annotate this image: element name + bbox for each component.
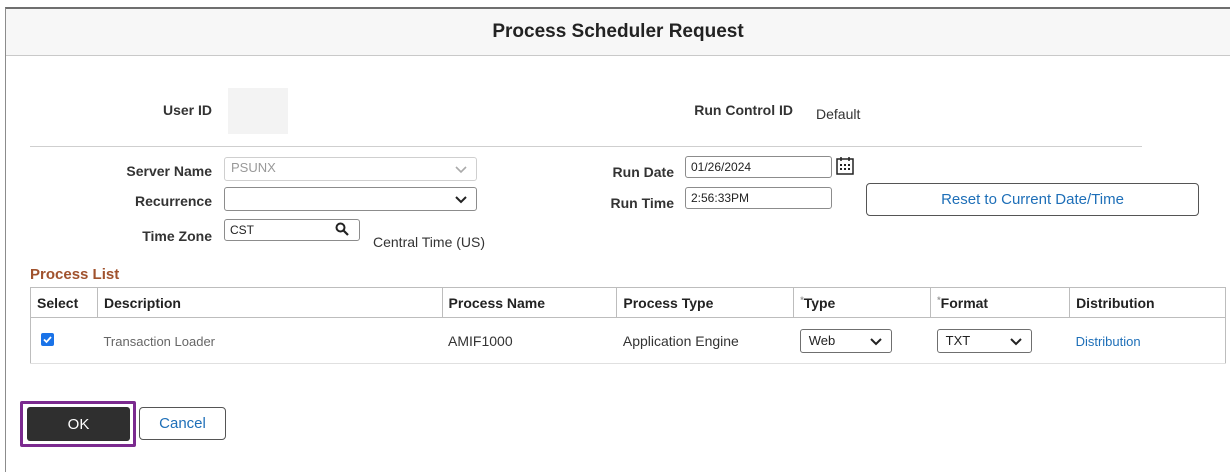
select-cell [30,317,98,364]
search-icon[interactable] [332,220,352,238]
process-type-cell: Application Engine [616,317,794,364]
column-header-description: Description [96,287,443,318]
chevron-down-icon [869,337,882,345]
run-control-id-value: Default [816,106,861,122]
server-name-select: PSUNX [224,157,477,181]
run-date-value: 01/26/2024 [691,160,752,174]
run-date-label: Run Date [612,164,674,180]
recurrence-select[interactable] [224,187,477,211]
process-name-cell: AMIF1000 [442,317,617,364]
divider [30,146,1142,147]
page-title: Process Scheduler Request [492,21,744,42]
run-time-value: 2:56:33PM [691,191,750,205]
type-select[interactable]: Web [799,328,892,353]
cancel-button[interactable]: Cancel [139,407,226,440]
server-name-label: Server Name [126,163,212,179]
user-id-label: User ID [162,102,212,118]
table-header-row: Select Description Process Name Process … [30,287,1226,318]
description-cell: Transaction Loader [97,317,443,364]
window-corner [0,0,5,7]
column-header-process-name: Process Name [441,287,618,318]
user-id-value [228,88,288,134]
type-cell: Web [793,317,931,364]
column-header-process-type: Process Type [616,287,795,318]
reset-date-time-button[interactable]: Reset to Current Date/Time [866,183,1199,216]
distribution-link[interactable]: Distribution [1076,334,1141,349]
column-header-type: *Type [793,287,932,318]
process-list-table: Select Description Process Name Process … [30,287,1226,364]
time-zone-label: Time Zone [142,228,212,244]
run-date-input[interactable]: 01/26/2024 [685,156,832,178]
ok-button[interactable]: OK [27,407,130,441]
calendar-icon[interactable] [834,155,856,177]
time-zone-value: CST [230,223,254,237]
run-time-label: Run Time [610,195,674,211]
format-cell: TXT [930,317,1070,364]
table-row: Transaction Loader AMIF1000 Application … [30,317,1226,364]
server-name-value: PSUNX [231,160,276,175]
column-header-select: Select [30,287,98,318]
checkbox-checked-icon[interactable] [41,332,54,346]
distribution-cell: Distribution [1069,317,1226,364]
recurrence-label: Recurrence [134,193,212,209]
format-select[interactable]: TXT [936,328,1032,353]
chevron-down-icon [1009,337,1022,345]
run-control-id-label: Run Control ID [694,102,793,118]
process-list-title: Process List [30,266,120,283]
title-bar: Process Scheduler Request [6,9,1230,56]
run-time-input[interactable]: 2:56:33PM [685,187,832,209]
column-header-format: *Format [930,287,1071,318]
chevron-down-icon [455,196,467,204]
time-zone-description: Central Time (US) [373,234,486,250]
column-header-distribution: Distribution [1069,287,1226,318]
chevron-down-icon [455,166,467,174]
